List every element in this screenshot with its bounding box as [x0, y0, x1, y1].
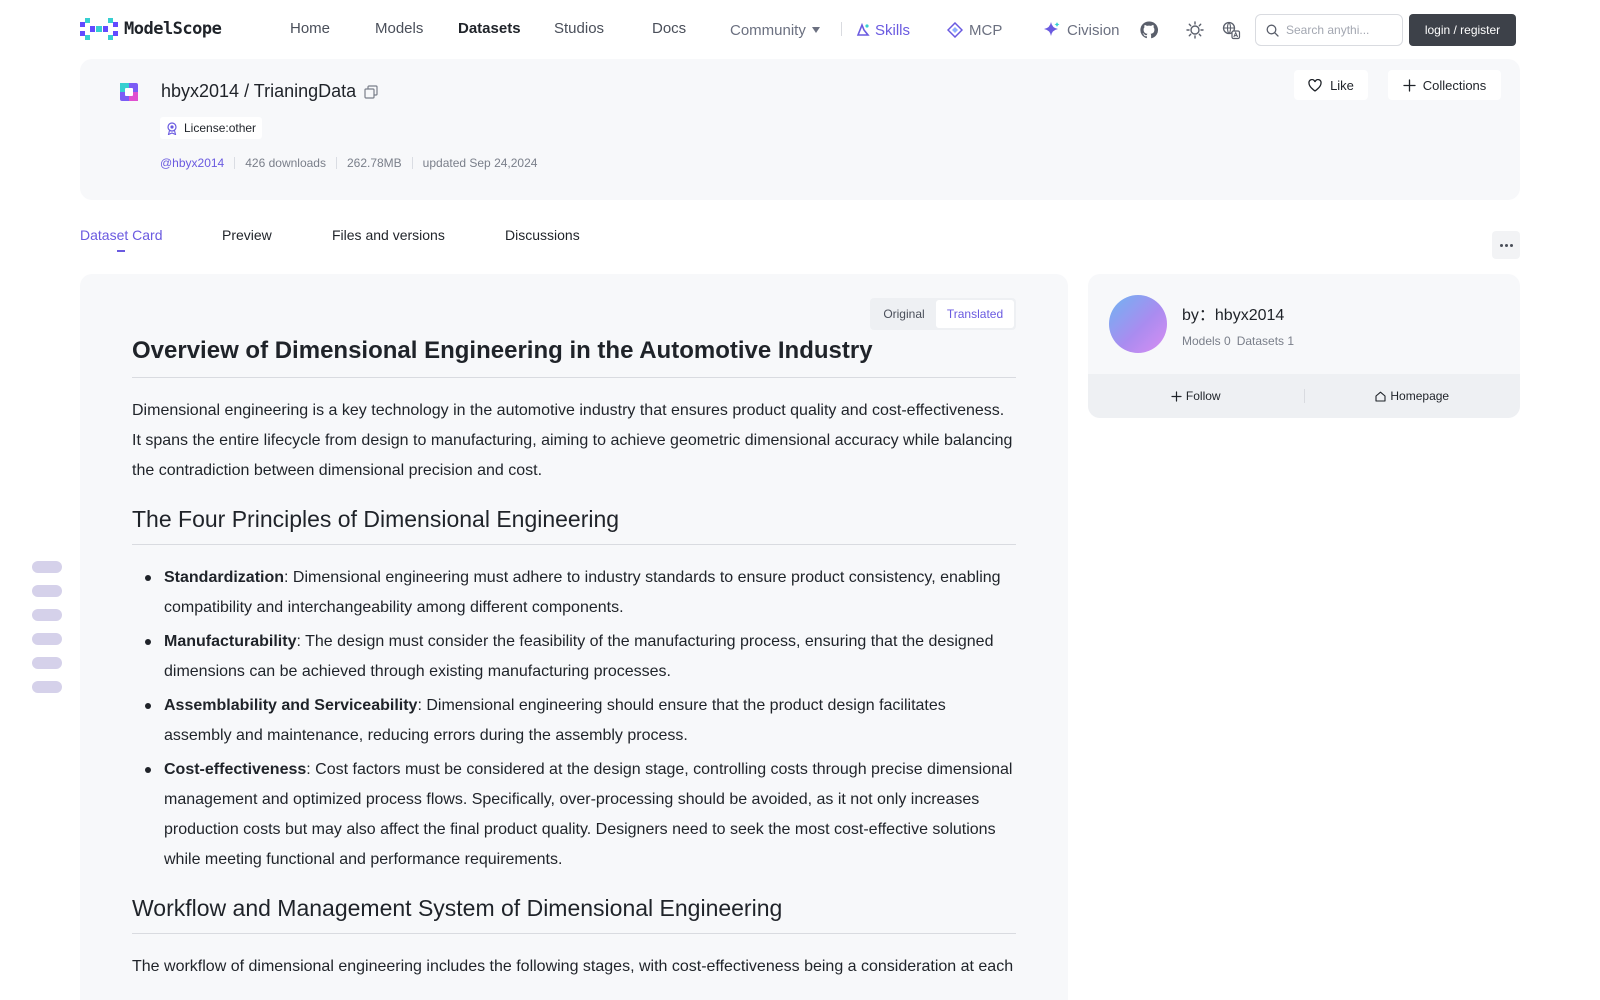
list-item: Cost-effectiveness: Cost factors must be… — [132, 755, 1016, 875]
list-item: Standardization: Dimensional engineering… — [132, 563, 1016, 623]
dataset-title: hbyx2014 / TrianingData — [161, 81, 378, 102]
mcp-icon — [947, 22, 963, 38]
more-dot-icon — [1499, 243, 1503, 247]
owner-link[interactable]: @hbyx2014 — [160, 157, 234, 169]
skills-icon — [856, 23, 870, 36]
author-models-count[interactable]: Models 0 — [1182, 334, 1231, 348]
nav-home[interactable]: Home — [290, 20, 330, 40]
nav-community-label: Community — [730, 21, 806, 39]
homepage-label: Homepage — [1390, 389, 1450, 403]
license-icon — [167, 121, 177, 135]
section-heading-workflow: Workflow and Management System of Dimens… — [132, 893, 1016, 934]
top-navigation-bar: ModelScope Home Models Datasets Studios … — [0, 0, 1600, 59]
author-card: by：hbyx2014 Models 0 Datasets 1 Follow H… — [1088, 274, 1520, 418]
list-item: Manufacturability: The design must consi… — [132, 627, 1016, 687]
author-name[interactable]: by：hbyx2014 — [1182, 301, 1284, 325]
toc-marker[interactable] — [32, 585, 62, 597]
article-title: Overview of Dimensional Engineering in t… — [132, 336, 1016, 378]
language-icon[interactable] — [1220, 19, 1242, 41]
tab-dataset-card[interactable]: Dataset Card — [80, 227, 162, 243]
home-icon — [1375, 391, 1386, 402]
nav-community[interactable]: Community — [730, 20, 820, 40]
nav-civision-label: Civision — [1067, 21, 1120, 39]
dataset-header-card: hbyx2014 / TrianingData License:other @h… — [80, 59, 1520, 200]
toc-marker[interactable] — [32, 609, 62, 621]
author-actions: Follow Homepage — [1088, 374, 1520, 418]
more-dot-icon — [1504, 243, 1508, 247]
collections-label: Collections — [1422, 77, 1487, 93]
downloads-count: 426 downloads — [234, 157, 336, 169]
dataset-card-content: Original Translated Overview of Dimensio… — [80, 274, 1068, 1000]
like-button[interactable]: Like — [1294, 70, 1368, 100]
dataset-title-text: hbyx2014 / TrianingData — [161, 81, 357, 101]
license-label: License:other — [184, 121, 257, 135]
nav-models[interactable]: Models — [375, 20, 423, 40]
nav-mcp-label: MCP — [969, 21, 1003, 39]
nav-datasets[interactable]: Datasets — [458, 20, 521, 40]
toggle-original[interactable]: Original — [872, 300, 936, 328]
tab-files-and-versions[interactable]: Files and versions — [332, 227, 445, 243]
principles-list: Standardization: Dimensional engineering… — [132, 563, 1016, 875]
plus-icon — [1403, 78, 1416, 92]
modelscope-logo-icon — [80, 18, 118, 40]
global-search[interactable] — [1255, 14, 1403, 46]
login-register-button[interactable]: login / register — [1409, 14, 1516, 46]
dataset-size: 262.78MB — [335, 157, 412, 169]
toc-marker[interactable] — [32, 633, 62, 645]
toc-marker[interactable] — [32, 561, 62, 573]
principle-text: : Dimensional engineering must adhere to… — [164, 569, 1001, 616]
active-tab-indicator — [117, 250, 125, 252]
nav-mcp[interactable]: MCP — [947, 20, 1002, 40]
like-label: Like — [1330, 77, 1354, 93]
dataset-owner-avatar-icon — [120, 83, 138, 101]
principle-term: Manufacturability — [164, 633, 297, 650]
modelscope-logo[interactable]: ModelScope — [80, 18, 222, 40]
more-dot-icon — [1509, 243, 1513, 247]
sun-icon[interactable] — [1184, 19, 1206, 41]
nav-studios[interactable]: Studios — [554, 20, 604, 40]
tab-preview[interactable]: Preview — [222, 227, 272, 243]
dataset-meta: @hbyx2014 426 downloads 262.78MB updated… — [160, 157, 547, 169]
section-heading-principles: The Four Principles of Dimensional Engin… — [132, 504, 1016, 545]
article-intro: Dimensional engineering is a key technol… — [132, 402, 1013, 479]
nav-docs[interactable]: Docs — [652, 20, 686, 40]
modelscope-logo-text: ModelScope — [124, 19, 222, 39]
principle-term: Cost-effectiveness — [164, 761, 307, 778]
author-stats: Models 0 Datasets 1 — [1182, 334, 1294, 348]
search-icon — [1266, 24, 1279, 37]
updated-date: updated Sep 24,2024 — [411, 157, 548, 169]
homepage-button[interactable]: Homepage — [1305, 389, 1521, 403]
toc-marker[interactable] — [32, 657, 62, 669]
tab-discussions[interactable]: Discussions — [505, 227, 580, 243]
nav-divider — [841, 22, 842, 36]
search-input[interactable] — [1286, 23, 1390, 37]
nav-skills[interactable]: Skills — [856, 20, 910, 40]
author-datasets-count[interactable]: Datasets 1 — [1237, 334, 1294, 348]
toc-marker[interactable] — [32, 681, 62, 693]
heart-icon — [1308, 78, 1322, 92]
chevron-down-icon — [811, 27, 820, 33]
author-avatar[interactable] — [1109, 295, 1167, 353]
nav-skills-label: Skills — [875, 21, 911, 39]
toggle-translated[interactable]: Translated — [936, 300, 1014, 328]
collections-button[interactable]: Collections — [1388, 70, 1501, 100]
list-item: Assemblability and Serviceability: Dimen… — [132, 691, 1016, 751]
nav-civision[interactable]: Civision — [1043, 20, 1120, 40]
copy-icon[interactable] — [364, 84, 378, 99]
sparkle-icon — [1044, 22, 1060, 36]
principle-term: Standardization — [164, 569, 285, 586]
follow-button[interactable]: Follow — [1088, 389, 1304, 403]
follow-label: Follow — [1185, 389, 1221, 403]
more-options-button[interactable] — [1492, 231, 1520, 259]
principle-term: Assemblability and Serviceability — [164, 697, 418, 714]
workflow-intro: The workflow of dimensional engineering … — [132, 958, 1014, 975]
original-translated-toggle: Original Translated — [870, 298, 1016, 330]
readme-article: Overview of Dimensional Engineering in t… — [132, 336, 1016, 1000]
github-icon[interactable] — [1138, 19, 1160, 41]
license-badge[interactable]: License:other — [160, 117, 263, 139]
plus-icon — [1171, 390, 1182, 402]
